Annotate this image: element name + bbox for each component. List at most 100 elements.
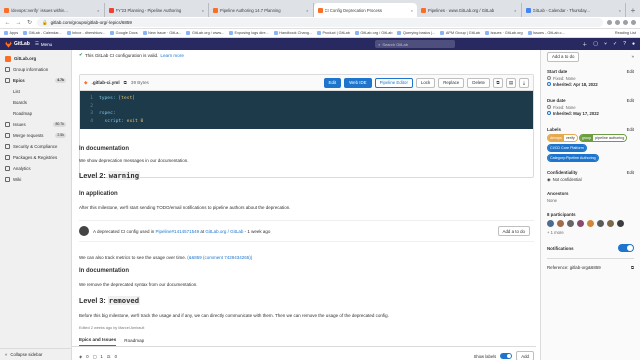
edit-button[interactable]: Edit xyxy=(323,77,342,88)
plus-icon[interactable]: ＋ xyxy=(582,41,587,48)
labels-edit[interactable]: Edit xyxy=(627,127,634,132)
browser-tab[interactable]: FY'23 Planning - Pipeline Authoring × xyxy=(105,3,209,17)
bookmark-item[interactable]: Product | GitLab xyxy=(316,31,350,35)
web-ide-button[interactable]: Web IDE xyxy=(344,77,372,88)
participant-avatar[interactable] xyxy=(587,220,594,227)
participant-avatar[interactable] xyxy=(557,220,564,227)
bookmark-item[interactable]: Issues - GitLab.c... xyxy=(527,31,565,35)
sidebar-item-analytics[interactable]: Analytics xyxy=(0,163,71,174)
browser-tab[interactable]: Pipeline Authoring 14.7 Planning × xyxy=(209,3,314,17)
copy-icon[interactable]: ⧉ xyxy=(124,80,127,85)
extension-icon[interactable] xyxy=(607,20,612,25)
sidebar-item-roadmap[interactable]: Roadmap xyxy=(0,108,71,119)
lock-button[interactable]: Lock xyxy=(415,77,436,88)
bookmark-item[interactable]: Exposing logs dire... xyxy=(229,31,269,35)
url-field[interactable]: 🔒 gitlab.com/groups/gitlab-org/-/epics/6… xyxy=(37,18,603,27)
line-number[interactable]: 2 xyxy=(84,103,93,111)
close-icon[interactable]: × xyxy=(97,8,99,13)
profile-icon[interactable] xyxy=(631,20,636,25)
participant-avatar[interactable] xyxy=(607,220,614,227)
issues-icon[interactable]: ▢ xyxy=(593,41,598,47)
label-badge[interactable]: devops verify xyxy=(547,134,578,142)
sidebar-item-merge-requests[interactable]: Merge requests 2.5k xyxy=(0,130,71,141)
bookmark-item[interactable]: GitLab.org / GitLab xyxy=(354,31,392,35)
bookmark-item[interactable]: Issues · GitLab.org xyxy=(485,31,523,35)
bookmark-item[interactable]: Inbox - dhershkov... xyxy=(66,31,105,35)
line-number[interactable]: 4 xyxy=(84,118,93,126)
gitlab-logo[interactable]: GitLab xyxy=(5,40,30,48)
browser-tab[interactable]: CI Config Deprecation Process × xyxy=(313,3,417,17)
start-date-edit[interactable]: Edit xyxy=(627,69,634,74)
reload-button[interactable]: ↻ xyxy=(26,19,33,26)
participant-avatar[interactable] xyxy=(617,220,624,227)
sidebar-item-epics[interactable]: Epics 4.7k xyxy=(0,75,71,86)
inherited-radio[interactable] xyxy=(547,82,551,86)
help-icon[interactable]: ? xyxy=(623,41,626,47)
extension-icon[interactable] xyxy=(615,20,620,25)
forward-button[interactable]: → xyxy=(15,20,22,26)
avatar[interactable]: ● xyxy=(632,41,635,47)
participant-avatar[interactable] xyxy=(597,220,604,227)
collapse-right-sidebar-icon[interactable]: » xyxy=(632,54,634,59)
bookmark-item[interactable]: GitLab.org / www... xyxy=(186,31,224,35)
add-button[interactable]: Add xyxy=(516,351,534,360)
confidentiality-edit[interactable]: Edit xyxy=(627,170,634,175)
fixed-radio[interactable] xyxy=(547,76,551,80)
browser-tab[interactable]: Pipelines · www.GitLab.org / GitLab × xyxy=(417,3,522,17)
search-input[interactable]: ⌕ Search GitLab xyxy=(375,40,456,48)
bookmark-item[interactable]: Google Docs xyxy=(110,31,138,35)
show-labels-toggle[interactable] xyxy=(500,353,513,359)
label-badge[interactable]: CI/CD Core Platform xyxy=(547,144,587,152)
sidebar-item-group-information[interactable]: Group information xyxy=(0,64,71,75)
close-icon[interactable]: × xyxy=(411,8,413,13)
bookmark-item[interactable]: Querying basics |... xyxy=(397,31,435,35)
sidebar-item-packages-registries[interactable]: Packages & Registries xyxy=(0,152,71,163)
back-button[interactable]: ← xyxy=(4,20,11,26)
merge-request-icon[interactable]: ⑂ xyxy=(604,41,607,47)
sidebar-item-boards[interactable]: Boards xyxy=(0,97,71,108)
tab-roadmap[interactable]: Roadmap xyxy=(124,338,144,346)
sidebar-item-list[interactable]: List xyxy=(0,86,71,97)
tab-epics-and-issues[interactable]: Epics and Issues xyxy=(79,337,117,346)
label-badge[interactable]: Category:Pipeline Authoring xyxy=(547,154,599,162)
bookmark-item[interactable]: APM Group | GitLab xyxy=(440,31,480,35)
copy-contents-button[interactable]: ⧉ xyxy=(493,77,503,88)
notifications-toggle[interactable] xyxy=(618,244,634,252)
add-todo-button[interactable]: Add a to do xyxy=(497,226,530,236)
bookmark-item[interactable]: GitLab - Calendar... xyxy=(23,31,62,35)
pipeline-editor-button[interactable]: Pipeline Editor xyxy=(374,77,413,88)
usage-link[interactable]: (&6859 (comment 7429434265)) xyxy=(187,255,252,260)
copy-icon[interactable]: ⧉ xyxy=(631,265,634,270)
bookmark-item[interactable]: Handbook Chang... xyxy=(273,31,312,35)
extension-icon[interactable] xyxy=(623,20,628,25)
participant-avatar[interactable] xyxy=(547,220,554,227)
todo-icon[interactable]: ✓ xyxy=(613,41,617,47)
line-number[interactable]: 3 xyxy=(84,110,93,118)
collapse-sidebar-button[interactable]: « Collapse sidebar xyxy=(0,348,72,360)
line-number[interactable]: 1 xyxy=(84,95,93,103)
browser-tab[interactable]: GitLab - Calendar - Thursday... × xyxy=(522,3,626,17)
sidebar-item-issues[interactable]: Issues 80.7k xyxy=(0,119,71,130)
fixed-radio[interactable] xyxy=(547,105,551,109)
delete-button[interactable]: Delete xyxy=(467,77,490,88)
reading-list-button[interactable]: Reading List xyxy=(615,31,636,35)
replace-button[interactable]: Replace xyxy=(438,77,465,88)
participant-avatar[interactable] xyxy=(577,220,584,227)
due-date-edit[interactable]: Edit xyxy=(627,98,634,103)
bookmark-item[interactable]: New Issue · GitLa... xyxy=(142,31,181,35)
new-tab-button[interactable]: + xyxy=(626,3,640,17)
close-icon[interactable]: × xyxy=(619,8,621,13)
browser-tab[interactable]: /devops::verify` issues within... × xyxy=(0,3,105,17)
label-badge[interactable]: group pipeline authoring xyxy=(578,134,628,142)
inherited-radio[interactable] xyxy=(547,111,551,115)
project-link[interactable]: GitLab.org / GitLab xyxy=(205,229,243,234)
close-icon[interactable]: × xyxy=(202,8,204,13)
close-icon[interactable]: × xyxy=(514,8,516,13)
sidebar-group[interactable]: GitLab.org xyxy=(0,53,71,64)
download-button[interactable]: ⤓ xyxy=(519,77,529,88)
close-icon[interactable]: × xyxy=(306,8,308,13)
participant-avatar[interactable] xyxy=(567,220,574,227)
menu-button[interactable]: ☰ Menu xyxy=(35,41,52,47)
sidebar-item-security-compliance[interactable]: Security & Compliance xyxy=(0,141,71,152)
add-todo-sidebar-button[interactable]: Add a to do xyxy=(547,51,580,62)
